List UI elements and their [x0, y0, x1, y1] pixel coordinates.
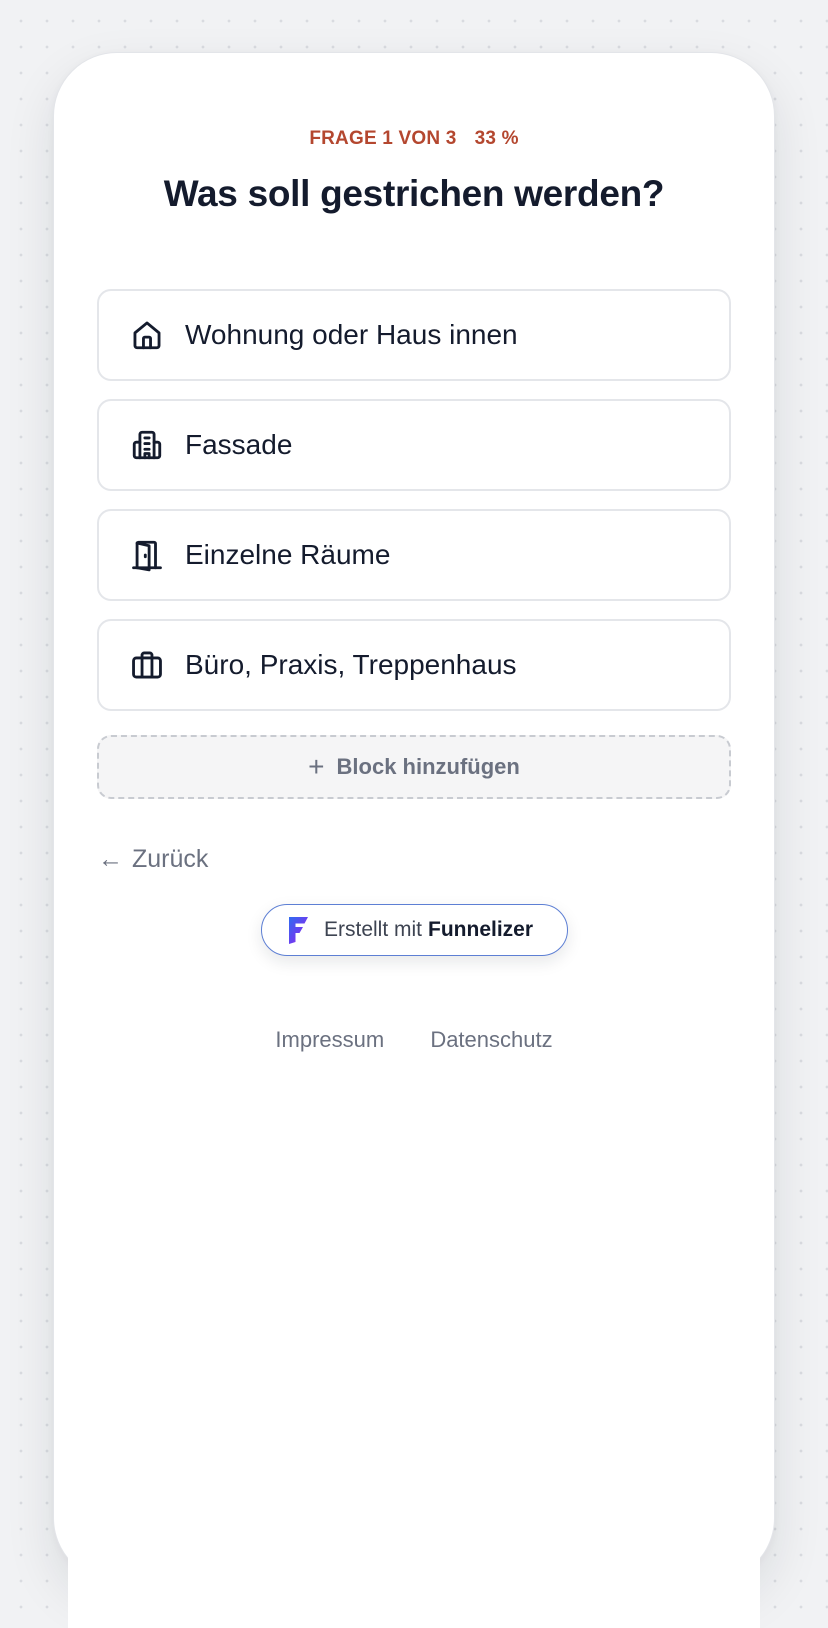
- answer-options: Wohnung oder Haus innen Fassade Einzelne…: [97, 289, 731, 729]
- badge-text: Erstellt mit Funnelizer: [324, 918, 533, 942]
- option-einzelne-raeume[interactable]: Einzelne Räume: [97, 509, 731, 601]
- add-block-label: Block hinzufügen: [336, 754, 520, 779]
- phone-bottom-extension: [68, 1540, 760, 1628]
- option-label: Büro, Praxis, Treppenhaus: [185, 649, 517, 680]
- add-block-button[interactable]: + Block hinzufügen: [97, 735, 731, 799]
- door-icon: [129, 537, 165, 573]
- briefcase-icon: [129, 647, 165, 683]
- funnelizer-badge[interactable]: Erstellt mit Funnelizer: [261, 904, 568, 956]
- option-wohnung-haus-innen[interactable]: Wohnung oder Haus innen: [97, 289, 731, 381]
- back-link[interactable]: ← Zurück: [98, 845, 208, 874]
- plus-icon: +: [308, 751, 325, 782]
- progress-indicator: FRAGE 1 VON 3 33 %: [54, 128, 774, 150]
- footer-links: Impressum Datenschutz: [54, 1027, 774, 1053]
- option-label: Wohnung oder Haus innen: [185, 319, 518, 350]
- datenschutz-link[interactable]: Datenschutz: [430, 1027, 552, 1052]
- badge-brand: Funnelizer: [428, 918, 534, 941]
- building-icon: [129, 427, 165, 463]
- arrow-left-icon: ←: [98, 845, 123, 873]
- question-title: Was soll gestrichen werden?: [163, 173, 665, 214]
- back-label: Zurück: [131, 845, 209, 873]
- house-icon: [129, 317, 165, 353]
- badge-prefix: Erstellt mit: [324, 918, 423, 941]
- progress-percent: 33 %: [474, 128, 519, 149]
- impressum-link[interactable]: Impressum: [275, 1027, 384, 1052]
- option-label: Fassade: [185, 429, 293, 460]
- phone-frame: FRAGE 1 VON 3 33 % Was soll gestrichen we…: [53, 52, 775, 1582]
- funnelizer-logo-icon: [289, 917, 308, 944]
- option-fassade[interactable]: Fassade: [97, 399, 731, 491]
- option-label: Einzelne Räume: [185, 539, 391, 570]
- option-buero-praxis-treppenhaus[interactable]: Büro, Praxis, Treppenhaus: [97, 619, 731, 711]
- question-counter: FRAGE 1 VON 3: [309, 128, 457, 149]
